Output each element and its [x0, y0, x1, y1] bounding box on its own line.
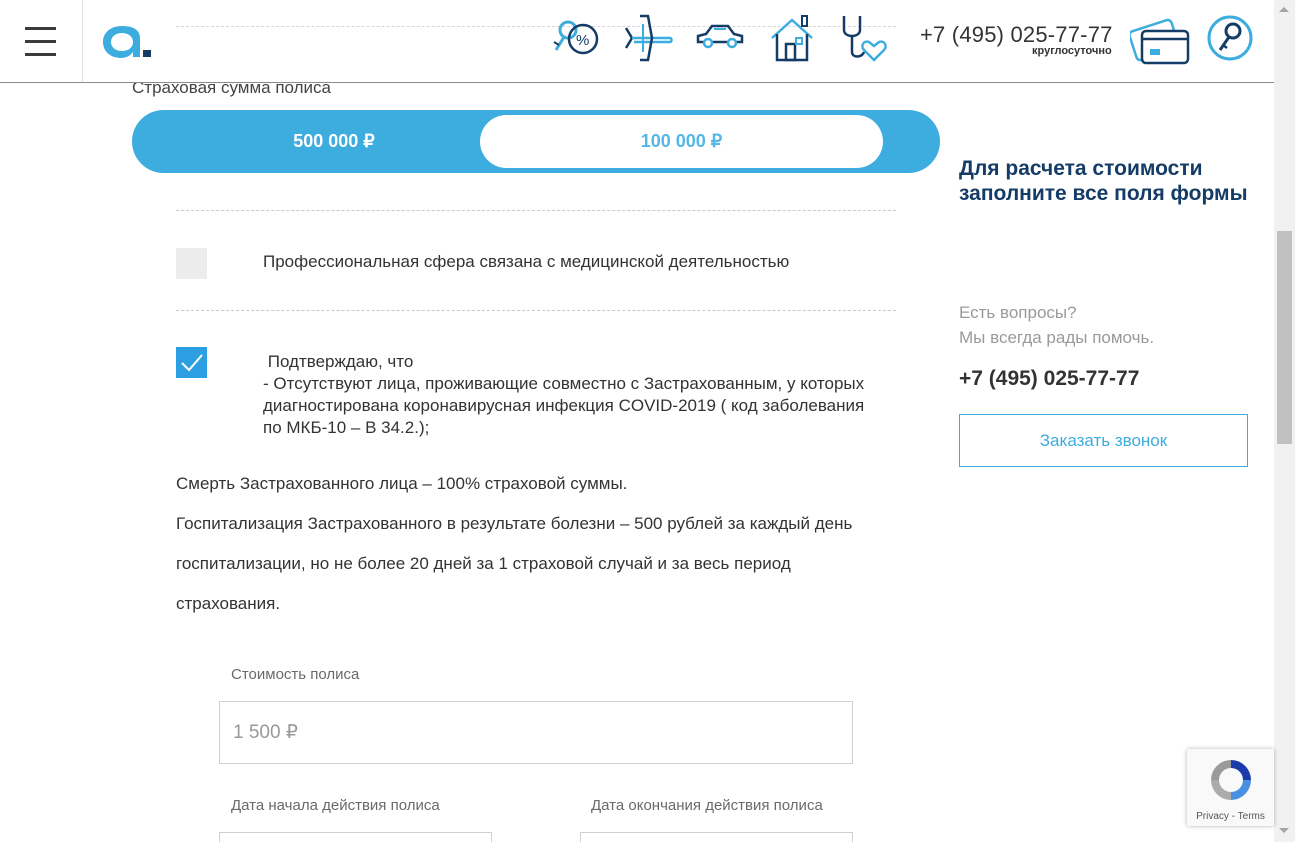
cost-field[interactable]: [219, 701, 853, 764]
medical-profession-label: Профессиональная сфера связана с медицин…: [263, 252, 790, 271]
covid-confirm-checkbox[interactable]: [176, 347, 207, 378]
sidebar-question: Есть вопросы?: [959, 303, 1077, 322]
sum-option-500000[interactable]: 500 000 ₽: [132, 115, 536, 168]
sum-toggle: 500 000 ₽ 100 000 ₽: [132, 110, 940, 173]
scroll-down-arrow-icon[interactable]: [1279, 828, 1289, 833]
coverage-line: Госпитализация Застрахованного в результ…: [176, 514, 853, 533]
recaptcha-links[interactable]: Privacy - Terms: [1187, 811, 1274, 822]
menu-button[interactable]: [0, 0, 83, 82]
svg-text:%: %: [576, 32, 589, 49]
phone-note: круглосуточно: [1032, 45, 1112, 57]
scroll-up-arrow-icon[interactable]: [1279, 7, 1289, 12]
start-date-label: Дата начала действия полиса: [231, 797, 440, 814]
recaptcha-icon: [1211, 760, 1251, 800]
covid-confirm-line: диагностирована коронавирусная инфекция …: [263, 396, 865, 415]
recaptcha-badge[interactable]: Privacy - Terms: [1187, 749, 1274, 826]
hamburger-icon: [25, 27, 56, 30]
site-header: % +7 (495) 025-77-77 круглосуточно: [0, 0, 1274, 83]
cost-label: Стоимость полиса: [231, 666, 360, 683]
end-date-field[interactable]: [580, 832, 853, 842]
start-date-field[interactable]: [219, 832, 492, 842]
search-key-icon[interactable]: [1206, 14, 1254, 62]
logo[interactable]: [100, 18, 154, 62]
sum-option-100000[interactable]: 100 000 ₽: [480, 115, 883, 168]
hamburger-line: [25, 40, 56, 43]
sidebar-title: Для расчета стоимости заполните все поля…: [959, 157, 1248, 205]
covid-confirm-label: Подтверждаю, что - Отсутствуют лица, прож…: [263, 351, 864, 439]
check-icon: [181, 354, 203, 372]
cards-icon[interactable]: [1130, 15, 1192, 67]
airplane-icon[interactable]: [622, 12, 674, 64]
medical-profession-checkbox[interactable]: [176, 248, 207, 279]
sidebar-help-text: Мы всегда рады помочь.: [959, 328, 1155, 347]
scroll-thumb[interactable]: [1277, 231, 1292, 444]
hamburger-line: [25, 53, 56, 56]
stethoscope-heart-icon[interactable]: [838, 12, 890, 64]
coverage-line: госпитализации, но не более 20 дней за 1…: [176, 554, 791, 573]
key-percent-icon[interactable]: %: [550, 12, 602, 64]
house-icon[interactable]: [766, 12, 818, 64]
sidebar-phone[interactable]: +7 (495) 025-77-77: [959, 367, 1139, 391]
page-scrollbar[interactable]: [1274, 0, 1295, 842]
car-icon[interactable]: [694, 12, 746, 64]
coverage-line: Смерть Застрахованного лица – 100% страх…: [176, 474, 628, 493]
divider: [176, 310, 896, 311]
covid-confirm-line: Подтверждаю, что: [263, 352, 414, 371]
covid-confirm-line: по МКБ-10 – В 34.2.);: [263, 418, 430, 437]
divider: [176, 210, 896, 211]
end-date-label: Дата окончания действия полиса: [591, 797, 823, 814]
covid-confirm-line: - Отсутствуют лица, проживающие совместн…: [263, 374, 865, 393]
callback-button[interactable]: Заказать звонок: [959, 414, 1248, 467]
coverage-line: страхования.: [176, 594, 281, 613]
